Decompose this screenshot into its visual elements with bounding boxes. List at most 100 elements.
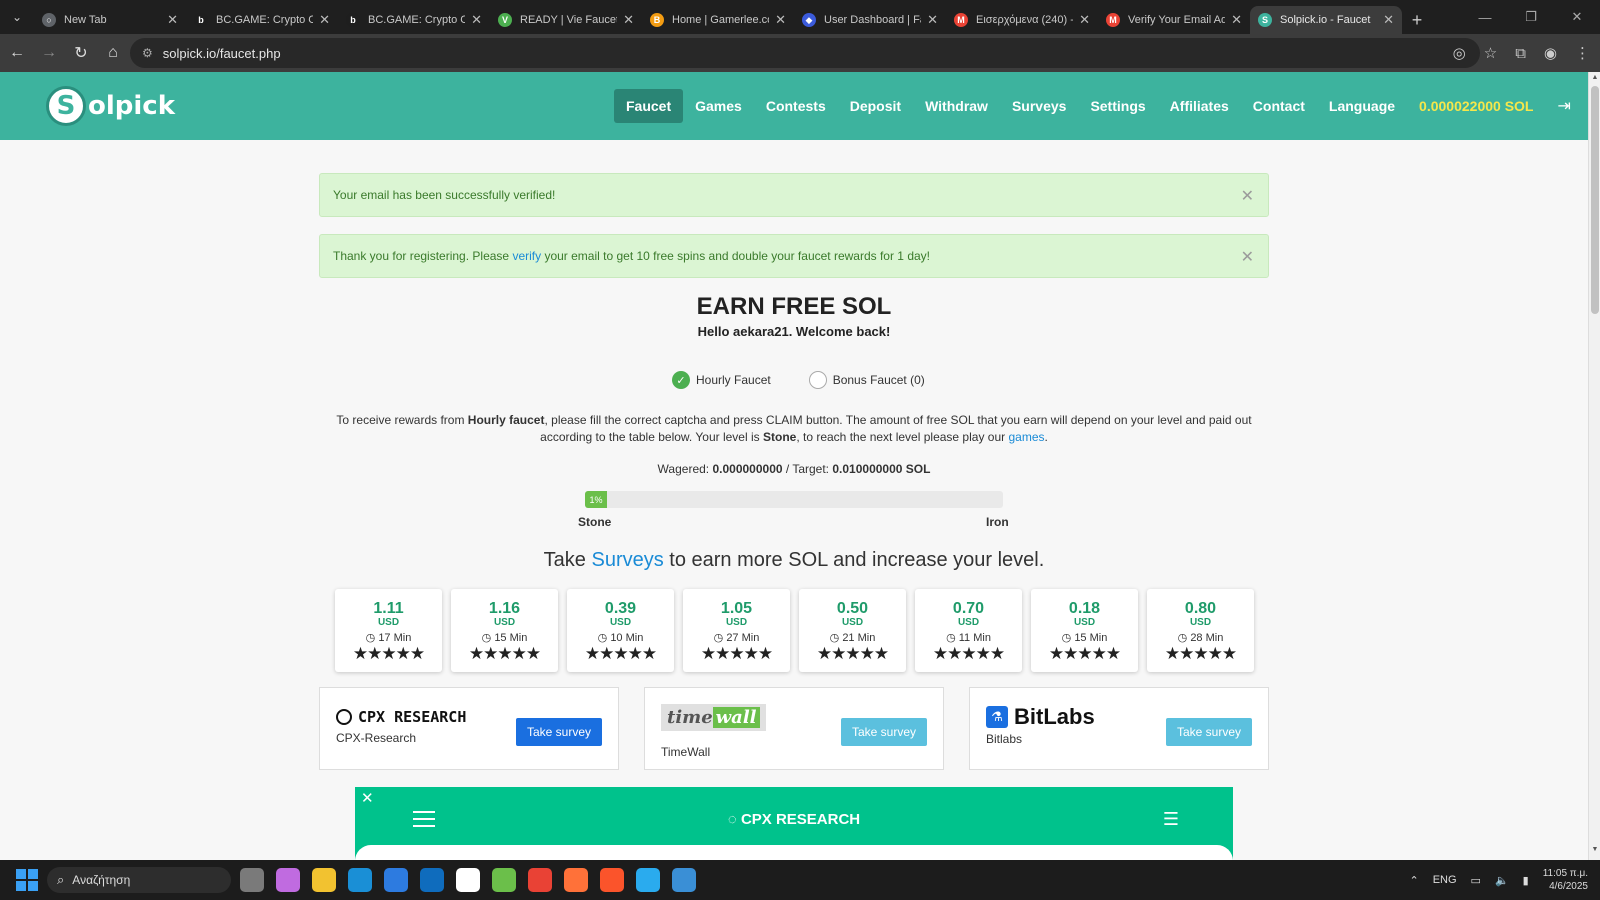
survey-card[interactable]: 0.18 USD ◷ 15 Min ★★★★★ — [1031, 589, 1138, 672]
close-icon[interactable]: ✕ — [1241, 247, 1254, 267]
window-controls: — ❐ ✕ — [1462, 0, 1600, 34]
survey-currency: USD — [1073, 617, 1096, 628]
taskbar-app-icon[interactable] — [384, 868, 408, 892]
menu-kebab-icon[interactable]: ⋮ — [1575, 44, 1590, 62]
scroll-up-icon[interactable]: ▲ — [1589, 74, 1600, 86]
close-tab-icon[interactable]: ✕ — [1079, 12, 1090, 28]
scroll-down-icon[interactable]: ▼ — [1589, 846, 1600, 858]
page-scrollbar[interactable]: ▲ ▼ — [1588, 72, 1600, 860]
radio-bonus-faucet[interactable]: Bonus Faucet (0) — [808, 371, 925, 389]
browser-tab[interactable]: B Home | Gamerlee.com ✕ — [642, 6, 794, 34]
browser-tab[interactable]: b BC.GAME: Crypto Cas ✕ — [186, 6, 338, 34]
survey-duration: ◷ 21 Min — [829, 632, 876, 644]
profile-icon[interactable]: ◉ — [1544, 44, 1557, 62]
close-tab-icon[interactable]: ✕ — [927, 12, 938, 28]
windows-start-icon[interactable] — [16, 869, 38, 891]
take-survey-button-cpx[interactable]: Take survey — [515, 718, 602, 746]
browser-tab[interactable]: M Εισερχόμενα (240) - a ✕ — [946, 6, 1098, 34]
bookmark-star-icon[interactable]: ☆ — [1484, 44, 1497, 62]
nav-withdraw[interactable]: Withdraw — [913, 89, 1000, 123]
taskbar-search[interactable]: ⌕ Αναζήτηση — [47, 867, 231, 893]
browser-tab[interactable]: ◆ User Dashboard | Fau ✕ — [794, 6, 946, 34]
language-indicator[interactable]: ENG — [1433, 874, 1457, 886]
extensions-icon[interactable]: ⧉ — [1515, 45, 1526, 62]
browser-tab[interactable]: M Verify Your Email Add ✕ — [1098, 6, 1250, 34]
survey-card[interactable]: 0.50 USD ◷ 21 Min ★★★★★ — [799, 589, 906, 672]
balance-display[interactable]: 0.000022000 SOL — [1407, 89, 1545, 123]
close-icon[interactable]: ✕ — [361, 789, 374, 807]
address-bar[interactable]: ⚙ solpick.io/faucet.php — [130, 38, 1480, 68]
close-tab-icon[interactable]: ✕ — [1383, 12, 1394, 28]
close-window-icon[interactable]: ✕ — [1554, 0, 1600, 34]
taskbar-app-icon[interactable] — [492, 868, 516, 892]
taskbar-app-icon[interactable] — [636, 868, 660, 892]
network-icon[interactable]: ▭ — [1471, 874, 1481, 887]
new-tab-button[interactable]: + — [1402, 6, 1432, 34]
taskbar-app-icon[interactable] — [312, 868, 336, 892]
nav-faucet[interactable]: Faucet — [614, 89, 684, 123]
nav-deposit[interactable]: Deposit — [838, 89, 913, 123]
taskbar-app-icon[interactable] — [420, 868, 444, 892]
faucet-description: To receive rewards from Hourly faucet, p… — [336, 413, 1252, 444]
taskbar-app-icon[interactable] — [600, 868, 624, 892]
close-tab-icon[interactable]: ✕ — [623, 12, 634, 28]
nav-games[interactable]: Games — [683, 89, 754, 123]
taskbar-app-icon[interactable] — [672, 868, 696, 892]
star-rating: ★★★★★ — [816, 644, 889, 663]
nav-contests[interactable]: Contests — [754, 89, 838, 123]
survey-card[interactable]: 1.11 USD ◷ 17 Min ★★★★★ — [335, 589, 442, 672]
survey-card[interactable]: 0.70 USD ◷ 11 Min ★★★★★ — [915, 589, 1022, 672]
taskbar-app-icon[interactable] — [564, 868, 588, 892]
tab-title: READY | Vie Faucet — [520, 14, 618, 26]
close-icon[interactable]: ✕ — [1241, 186, 1254, 206]
filter-sliders-icon[interactable]: ☰ — [1163, 809, 1179, 830]
survey-duration: ◷ 15 Min — [481, 632, 528, 644]
back-icon[interactable]: ← — [2, 38, 32, 68]
battery-icon[interactable]: ▮ — [1523, 874, 1529, 887]
survey-card[interactable]: 0.39 USD ◷ 10 Min ★★★★★ — [567, 589, 674, 672]
taskbar-app-icon[interactable] — [240, 868, 264, 892]
solpick-logo[interactable]: S olpick — [46, 86, 175, 126]
close-tab-icon[interactable]: ✕ — [167, 12, 178, 28]
chevron-up-icon[interactable]: ⌃ — [1409, 874, 1418, 887]
taskbar-app-icon[interactable] — [276, 868, 300, 892]
eye-off-icon[interactable]: ◎ — [1453, 44, 1466, 62]
forward-icon[interactable]: → — [34, 38, 64, 68]
browser-tab[interactable]: ○ New Tab ✕ — [34, 6, 186, 34]
taskbar-app-icon[interactable] — [348, 868, 372, 892]
nav-language[interactable]: Language — [1317, 89, 1407, 123]
games-link[interactable]: games — [1008, 430, 1044, 444]
survey-amount: 0.80 — [1184, 600, 1217, 617]
survey-card[interactable]: 1.05 USD ◷ 27 Min ★★★★★ — [683, 589, 790, 672]
browser-tab[interactable]: b BC.GAME: Crypto Cas ✕ — [338, 6, 490, 34]
close-tab-icon[interactable]: ✕ — [319, 12, 330, 28]
minimize-icon[interactable]: — — [1462, 0, 1508, 34]
reload-icon[interactable]: ↻ — [66, 38, 96, 68]
site-info-icon[interactable]: ⚙ — [142, 46, 153, 60]
nav-settings[interactable]: Settings — [1078, 89, 1157, 123]
close-tab-icon[interactable]: ✕ — [1231, 12, 1242, 28]
nav-surveys[interactable]: Surveys — [1000, 89, 1078, 123]
tab-search-chevron-icon[interactable]: ⌄ — [0, 0, 34, 34]
close-tab-icon[interactable]: ✕ — [775, 12, 786, 28]
clock[interactable]: 11:05 π.μ. 4/6/2025 — [1543, 867, 1588, 893]
survey-card[interactable]: 1.16 USD ◷ 15 Min ★★★★★ — [451, 589, 558, 672]
logout-icon[interactable]: ⇥ — [1545, 96, 1582, 116]
scrollbar-thumb[interactable] — [1591, 86, 1599, 314]
take-survey-button-bitlabs[interactable]: Take survey — [1165, 718, 1252, 746]
restore-icon[interactable]: ❐ — [1508, 0, 1554, 34]
browser-tab[interactable]: V READY | Vie Faucet ✕ — [490, 6, 642, 34]
surveys-link[interactable]: Surveys — [591, 549, 663, 571]
volume-icon[interactable]: 🔈 — [1495, 874, 1509, 887]
taskbar-app-icon[interactable] — [456, 868, 480, 892]
survey-card[interactable]: 0.80 USD ◷ 28 Min ★★★★★ — [1147, 589, 1254, 672]
radio-hourly-faucet[interactable]: ✓ Hourly Faucet — [672, 371, 771, 389]
nav-affiliates[interactable]: Affiliates — [1158, 89, 1241, 123]
close-tab-icon[interactable]: ✕ — [471, 12, 482, 28]
browser-tab[interactable]: S Solpick.io - Faucet ✕ — [1250, 6, 1402, 34]
verify-link[interactable]: verify — [512, 249, 541, 263]
taskbar-app-icon[interactable] — [528, 868, 552, 892]
take-survey-button-timewall[interactable]: Take survey — [840, 718, 927, 746]
nav-contact[interactable]: Contact — [1241, 89, 1317, 123]
home-icon[interactable]: ⌂ — [98, 38, 128, 68]
